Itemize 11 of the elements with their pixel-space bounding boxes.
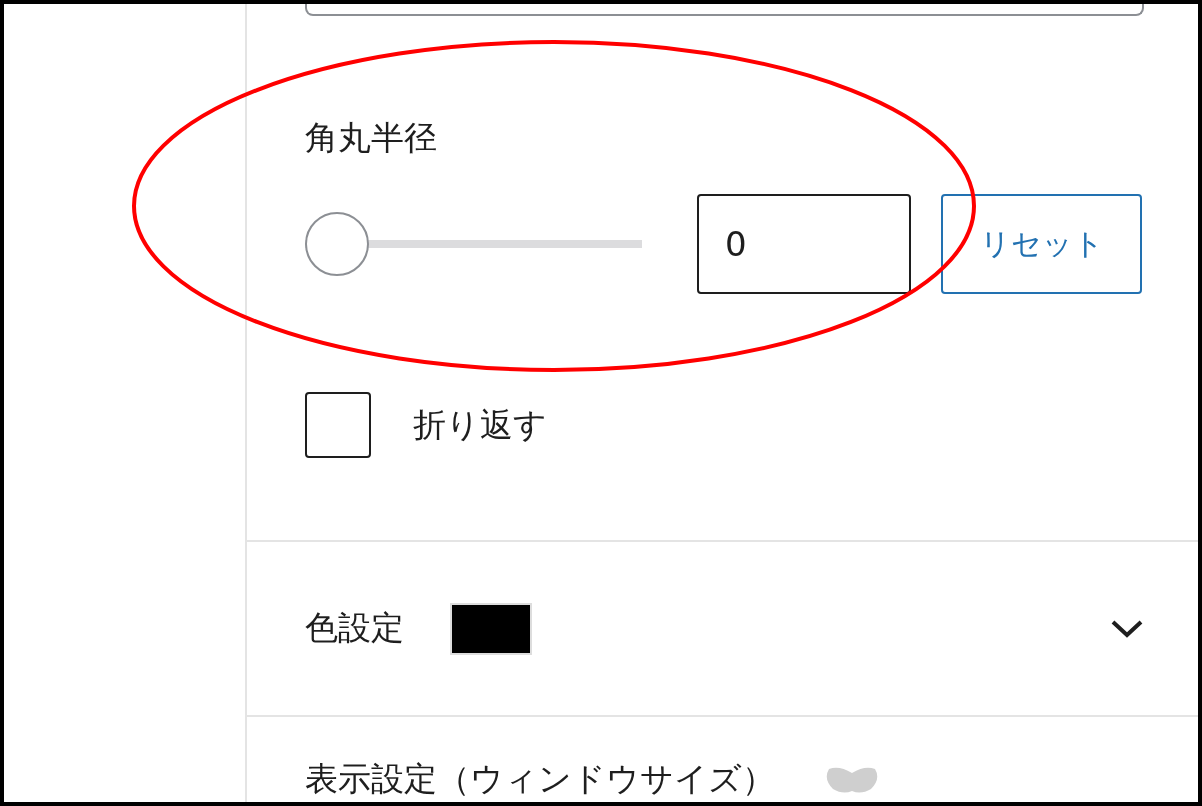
color-settings-title: 色設定 — [305, 607, 404, 649]
chevron-icon[interactable] — [1110, 618, 1144, 639]
radius-label: 角丸半径 — [305, 117, 438, 159]
wrap-checkbox[interactable] — [305, 392, 371, 458]
display-settings-title: 表示設定（ウィンドウサイズ） — [305, 758, 775, 800]
color-swatch[interactable] — [450, 602, 532, 655]
text-field[interactable] — [305, 4, 1144, 16]
wrap-label: 折り返す — [413, 403, 547, 446]
radius-input[interactable]: 0 — [697, 194, 911, 294]
slider-thumb[interactable] — [305, 212, 369, 276]
reset-button[interactable]: リセット — [941, 194, 1142, 294]
